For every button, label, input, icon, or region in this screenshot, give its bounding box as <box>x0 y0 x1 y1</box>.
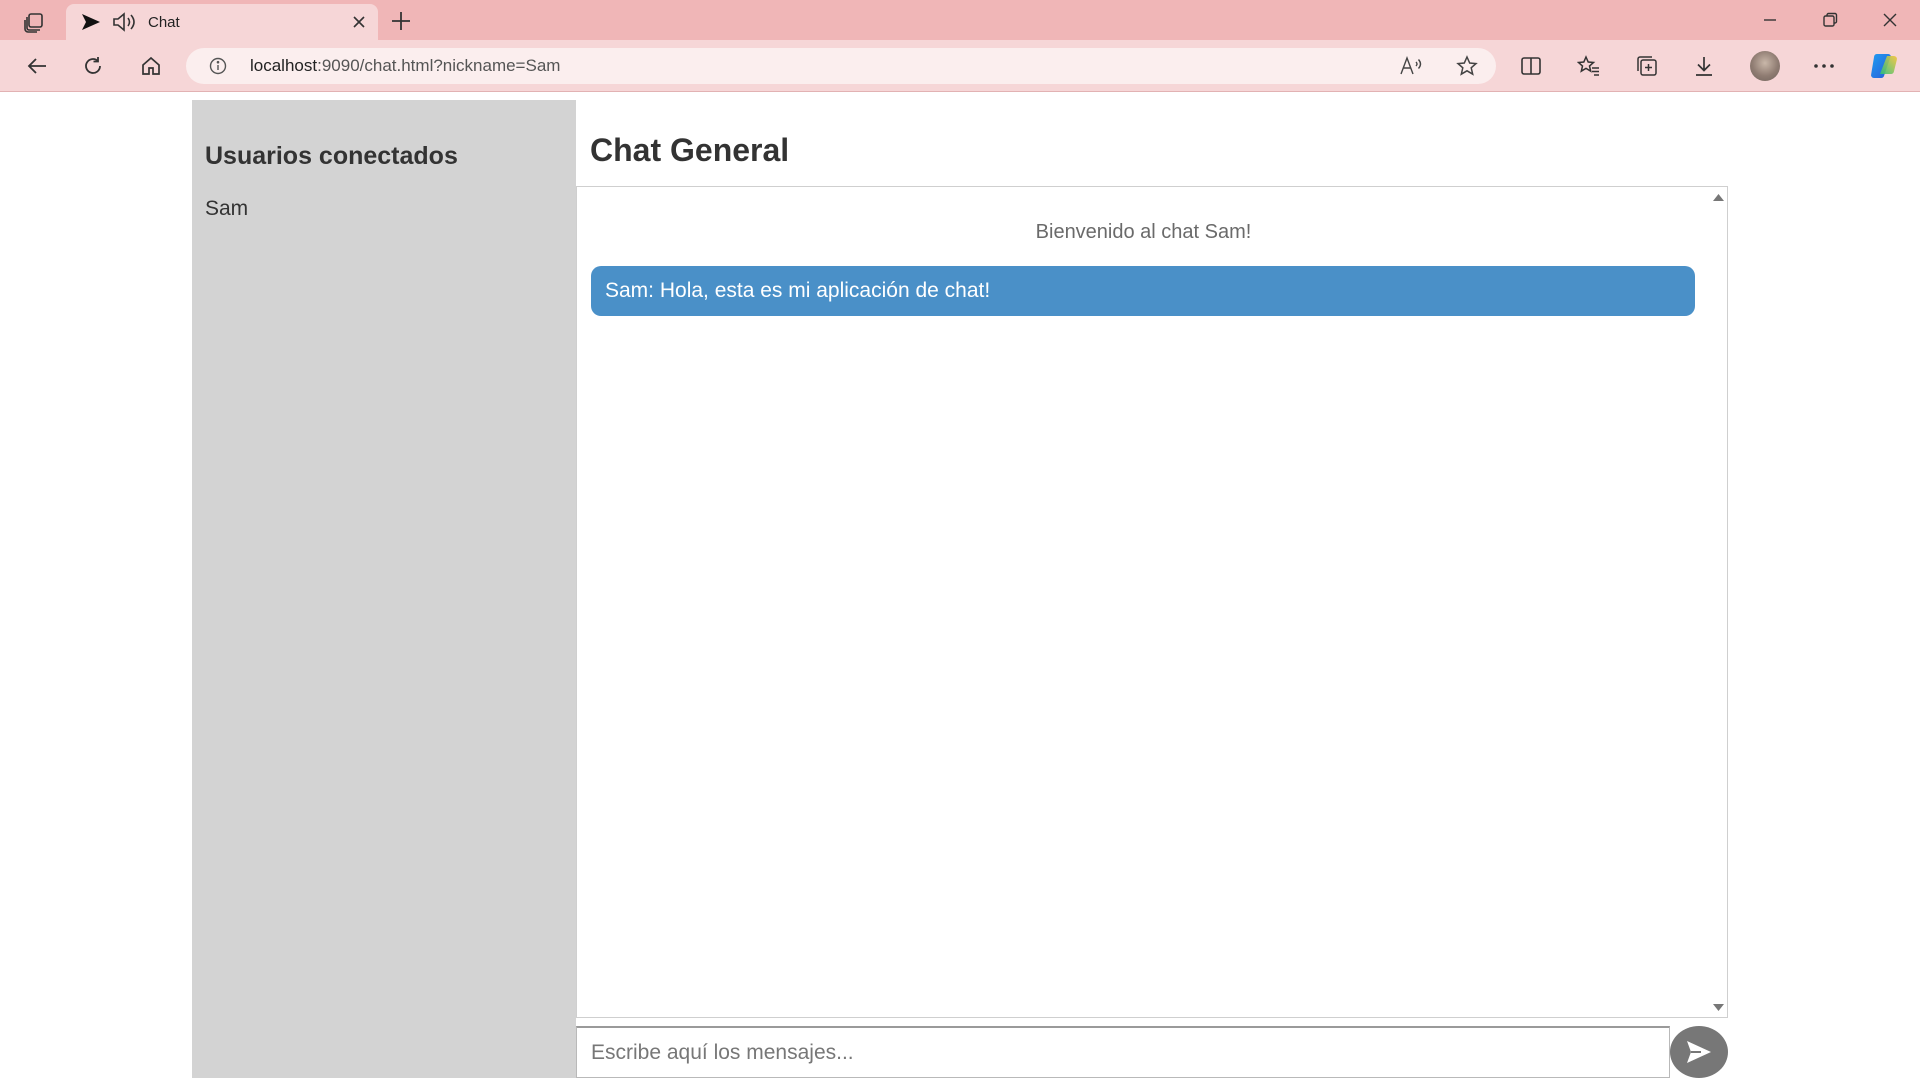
info-icon[interactable] <box>208 56 228 76</box>
refresh-icon[interactable] <box>76 50 110 82</box>
download-icon[interactable] <box>1687 50 1721 82</box>
browser-tab-bar: Chat <box>0 0 1920 40</box>
speaker-icon[interactable] <box>112 11 138 33</box>
sidebar-title: Usuarios conectados <box>205 142 458 170</box>
more-icon[interactable] <box>1807 50 1841 82</box>
url-host: localhost <box>250 56 318 75</box>
tab-title: Chat <box>148 13 180 31</box>
browser-tab-chat[interactable]: Chat <box>66 4 378 40</box>
home-icon[interactable] <box>134 50 168 82</box>
browser-toolbar: localhost:9090/chat.html?nickname=Sam <box>0 40 1920 92</box>
messages-panel[interactable]: Bienvenido al chat Sam! Sam: Hola, esta … <box>576 186 1728 1018</box>
new-tab-plus-icon[interactable] <box>388 8 414 34</box>
send-icon <box>1687 1041 1711 1063</box>
back-arrow-icon[interactable] <box>20 50 54 82</box>
collections-icon[interactable] <box>1630 50 1664 82</box>
scroll-up-arrow-icon[interactable] <box>1712 191 1725 203</box>
tab-actions-icon[interactable] <box>16 8 52 36</box>
chat-main: Chat General Bienvenido al chat Sam! Sam… <box>576 100 1728 1078</box>
chat-page: Usuarios conectados Sam Chat General Bie… <box>0 92 1920 1078</box>
scroll-down-arrow-icon[interactable] <box>1712 1001 1725 1013</box>
address-bar[interactable]: localhost:9090/chat.html?nickname=Sam <box>186 48 1496 84</box>
url-path: :9090/chat.html?nickname=Sam <box>317 56 561 75</box>
message-input[interactable] <box>576 1026 1670 1078</box>
restore-icon[interactable] <box>1812 6 1848 34</box>
chat-title: Chat General <box>590 132 790 168</box>
close-tab-icon[interactable] <box>348 11 370 33</box>
message-composer <box>576 1026 1728 1078</box>
minimize-icon[interactable] <box>1752 6 1788 34</box>
send-button[interactable] <box>1670 1026 1728 1078</box>
user-list-item: Sam <box>205 197 249 220</box>
avatar[interactable] <box>1750 51 1780 81</box>
split-screen-icon[interactable] <box>1514 50 1548 82</box>
play-icon <box>82 14 100 30</box>
star-icon[interactable] <box>1454 54 1480 78</box>
messages-scrollbar[interactable] <box>1710 187 1727 1017</box>
read-aloud-icon[interactable] <box>1398 54 1424 78</box>
welcome-message: Bienvenido al chat Sam! <box>1035 221 1252 243</box>
chat-message: Sam: Hola, esta es mi aplicación de chat… <box>591 266 1695 316</box>
users-sidebar: Usuarios conectados Sam <box>192 100 576 1078</box>
close-window-icon[interactable] <box>1872 6 1908 34</box>
favorites-icon[interactable] <box>1572 50 1606 82</box>
copilot-icon[interactable] <box>1868 50 1900 82</box>
url-text[interactable]: localhost:9090/chat.html?nickname=Sam <box>250 56 560 76</box>
